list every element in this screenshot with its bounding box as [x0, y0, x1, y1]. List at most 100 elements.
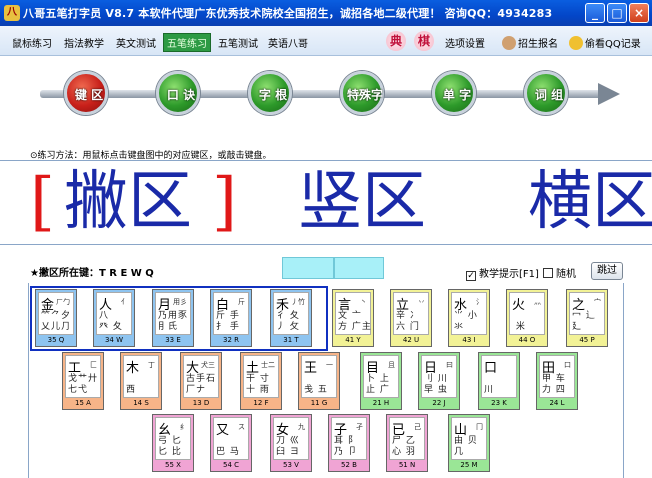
menu-english-test[interactable]: 英文测试 [116, 35, 156, 50]
divider [0, 160, 652, 161]
step-label: 口 诀 [166, 88, 196, 102]
menu-options[interactable]: 选项设置 [445, 35, 485, 50]
dictionary-seal-icon[interactable]: 典 [386, 31, 406, 51]
key-i[interactable]: 水氵⺌ 小 氺 43 I [448, 289, 490, 347]
key-label: 13 D [192, 399, 210, 407]
step-phrases[interactable]: 词 组 [524, 71, 568, 115]
key-subroots: 干 寸 十 雨 [246, 374, 270, 395]
key-v[interactable]: 女九刀 巛 臼 ヨ 53 V [270, 414, 312, 472]
key-code: 丁 [148, 361, 155, 369]
key-w[interactable]: 人亻八 癶 夂 34 W [93, 289, 135, 347]
teach-hint-checkbox[interactable]: ✓ 教学提示[F1] [466, 265, 539, 281]
key-t[interactable]: 禾丿竹彳 夂 丿 攵 31 T [270, 289, 312, 347]
key-label: 52 B [341, 461, 357, 469]
key-u[interactable]: 立丷辛 冫 六 门 42 U [390, 289, 432, 347]
key-code: 士二 [261, 361, 275, 369]
key-label: 35 Q [47, 336, 65, 344]
key-pad: 女九刀 巛 臼 ヨ [273, 417, 309, 460]
key-subroots: 乃用豕 ⺝氏 [158, 311, 189, 332]
key-subroots: 川 [484, 385, 495, 395]
step-single-char[interactable]: 单 字 [432, 71, 476, 115]
key-label: 23 K [491, 399, 507, 407]
key-m[interactable]: 山冂由 贝 几 25 M [448, 414, 490, 472]
step-roots[interactable]: 字 根 [248, 71, 292, 115]
step-key-area[interactable]: 键 区 [64, 71, 108, 115]
key-f[interactable]: 土士二干 寸 十 雨 12 F [240, 352, 282, 410]
key-subroots: 尸 乙 心 羽 [392, 436, 416, 457]
key-pad: 金ㄏ勹 ⺮⺈夕 乂儿⺆ [38, 292, 74, 335]
key-subroots: 甲 车 力 四 [542, 374, 566, 395]
key-o[interactable]: 火灬 米 44 O [506, 289, 548, 347]
key-r[interactable]: 白斤斤 手 ⺘ 手 32 R [210, 289, 252, 347]
menu-wubi-practice[interactable]: 五笔练习 [163, 33, 211, 52]
key-label: 22 J [432, 399, 446, 407]
key-code: 宀 [594, 298, 601, 306]
key-j[interactable]: 日曰刂 川 早 虫 22 J [418, 352, 460, 410]
key-code: 用彡 [173, 298, 187, 306]
menu-wubi-test[interactable]: 五笔测试 [218, 35, 258, 50]
key-pad: 王一 戋 五 [301, 355, 337, 398]
key-b[interactable]: 子孑耳 阝 乃 卩 52 B [328, 414, 370, 472]
key-pad: 目且卜 上 止 广 [363, 355, 399, 398]
key-c[interactable]: 又ス 巴 马 54 C [210, 414, 252, 472]
key-label: 34 W [104, 336, 124, 344]
key-subroots: 耳 阝 乃 卩 [334, 436, 358, 457]
divider [0, 244, 652, 245]
key-l[interactable]: 田口甲 车 力 四 24 L [536, 352, 578, 410]
answer-input[interactable] [282, 257, 334, 279]
skip-button[interactable]: 跳过 [591, 262, 623, 280]
chess-seal-icon[interactable]: 棋 [414, 31, 434, 51]
key-pad: 言丶文 亠 方 广主 [335, 292, 371, 335]
step-label: 字 根 [258, 88, 288, 102]
key-subroots: 文 亠 方 广主 [338, 311, 372, 332]
track-arrow-icon [598, 83, 620, 105]
key-p[interactable]: 之宀冖 辶 廴 45 P [566, 289, 608, 347]
close-button[interactable]: × [629, 3, 649, 23]
hint-keys: T R E W Q [98, 268, 154, 279]
key-pad: 幺纟弓 匕 匕 比 [155, 417, 191, 460]
after-zone-text: 横区 [528, 165, 652, 239]
key-y[interactable]: 言丶文 亠 方 广主 41 Y [332, 289, 374, 347]
key-g[interactable]: 王一 戋 五 11 G [298, 352, 340, 410]
key-e[interactable]: 月用彡 乃用豕 ⺝氏 33 E [152, 289, 194, 347]
step-label: 键 区 [74, 88, 104, 102]
step-label: 特殊字 [346, 88, 383, 102]
key-n[interactable]: 已己尸 乙 心 羽 51 N [386, 414, 428, 472]
key-k[interactable]: 口 川 23 K [478, 352, 520, 410]
menu-english-bage[interactable]: 英语八哥 [268, 35, 308, 50]
key-s[interactable]: 木丁 西 14 S [120, 352, 162, 410]
key-label: 33 E [165, 336, 181, 344]
current-zone-text: 撇区 [64, 165, 192, 239]
checkbox-checked-icon: ✓ [466, 271, 476, 281]
menu-enroll[interactable]: 招生报名 [502, 35, 558, 50]
menu-qq-record[interactable]: 偷看QQ记录 [569, 35, 641, 50]
key-h[interactable]: 目且卜 上 止 广 21 H [360, 352, 402, 410]
key-subroots: 西 [126, 385, 137, 395]
key-code: ス [238, 423, 245, 431]
key-x[interactable]: 幺纟弓 匕 匕 比 55 X [152, 414, 194, 472]
minimize-button[interactable]: _ [585, 3, 605, 23]
key-subroots: 彳 夂 丿 攵 [276, 311, 300, 332]
step-mnemonic[interactable]: 口 诀 [156, 71, 200, 115]
key-pad: 人亻八 癶 夂 [96, 292, 132, 335]
key-pad: 之宀冖 辶 廴 [569, 292, 605, 335]
key-subroots: 巴 马 [216, 447, 240, 457]
menu-fingering[interactable]: 指法教学 [64, 35, 104, 50]
key-code: 己 [414, 423, 421, 431]
key-q[interactable]: 金ㄏ勹 ⺮⺈夕 乂儿⺆ 35 Q [35, 289, 77, 347]
random-checkbox[interactable]: 随机 [543, 265, 576, 280]
key-a[interactable]: 工匚戈艹廾 七弋 15 A [62, 352, 104, 410]
answer-input-2[interactable] [334, 257, 384, 279]
step-special-chars[interactable]: 特殊字 [340, 71, 384, 115]
bracket-left: [ [30, 165, 55, 239]
key-label: 31 T [283, 336, 299, 344]
key-pad: 火灬 米 [509, 292, 545, 335]
menu-mouse-practice[interactable]: 鼠标练习 [12, 35, 52, 50]
key-pad: 工匚戈艹廾 七弋 [65, 355, 101, 398]
key-label: 43 I [462, 336, 476, 344]
key-d[interactable]: 大犬三 古手石 厂ナ 13 D [180, 352, 222, 410]
key-label: 21 H [372, 399, 390, 407]
key-subroots: 弓 匕 匕 比 [158, 436, 182, 457]
maximize-button[interactable]: □ [607, 3, 627, 23]
menu-qq-label: 偷看QQ记录 [585, 39, 641, 50]
